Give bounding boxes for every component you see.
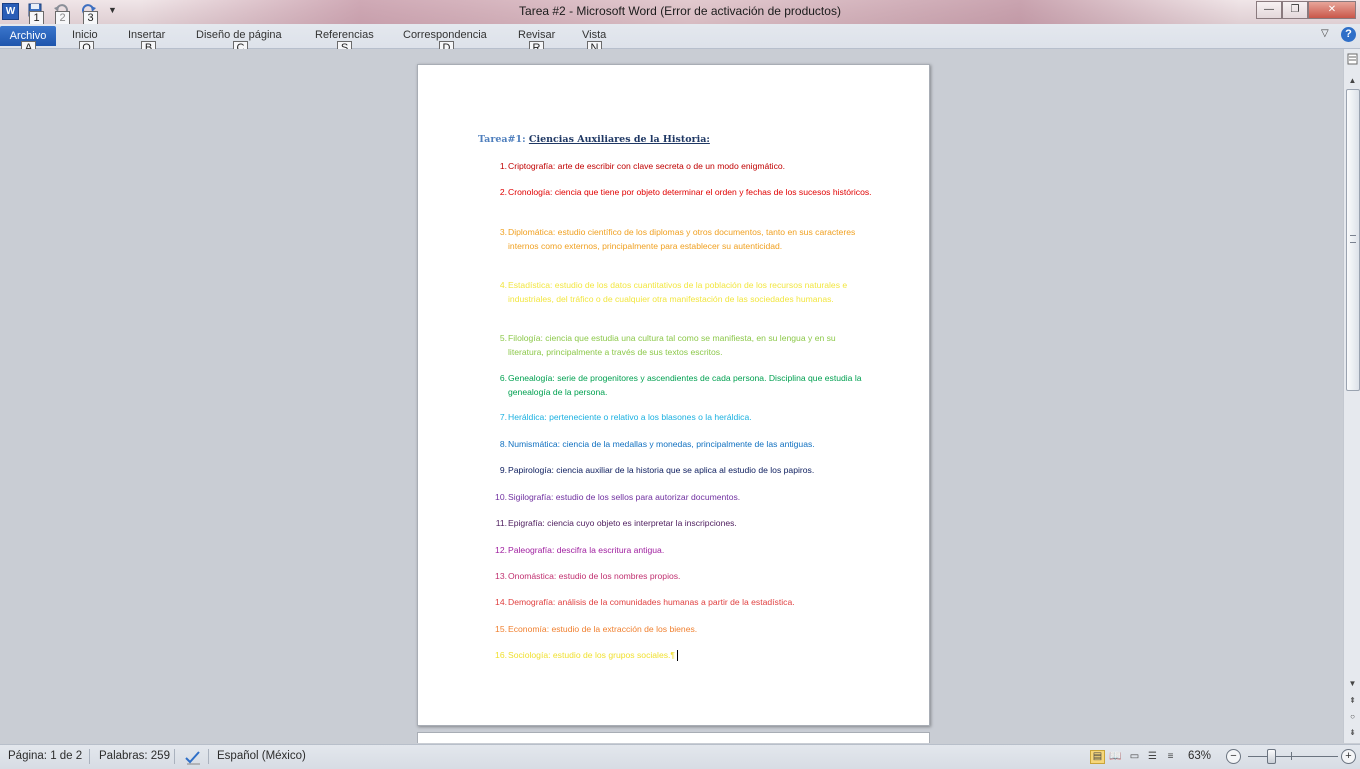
page-count[interactable]: Página: 1 de 2 xyxy=(8,750,82,762)
list-text: Epigrafía: ciencia cuyo objeto es interp… xyxy=(508,518,737,528)
list-number: 10. xyxy=(495,492,507,502)
list-item: 4. Estadística: estudio de los datos cuan… xyxy=(493,279,873,306)
list-text: Papirología: ciencia auxiliar de la hist… xyxy=(508,465,815,475)
web-layout-icon[interactable]: ▭ xyxy=(1128,751,1141,763)
list-number: 12. xyxy=(495,545,507,555)
list-number: 11. xyxy=(495,518,507,528)
list-item: 2. Cronología: ciencia que tiene por obje… xyxy=(493,186,873,200)
document-page[interactable]: Tarea#1: Ciencias Auxiliares de la Histo… xyxy=(417,64,930,726)
list-number: 7. xyxy=(499,412,507,422)
full-screen-reading-icon[interactable]: 📖 xyxy=(1109,751,1122,763)
close-button[interactable]: ✕ xyxy=(1308,1,1356,19)
list-text: Estadística: estudio de los datos cuanti… xyxy=(508,280,848,304)
scroll-up-icon[interactable]: ▲ xyxy=(1346,75,1359,87)
zoom-out-button[interactable]: − xyxy=(1226,749,1241,764)
list-item: 11. Epigrafía: ciencia cuyo objeto es int… xyxy=(493,517,873,531)
tab-vista[interactable]: Vista xyxy=(582,29,606,41)
list-text: Heráldica: perteneciente o relativo a lo… xyxy=(508,412,752,422)
list-text: Paleografía: descifra la escritura antig… xyxy=(508,545,665,555)
list-text: Diplomática: estudio científico de los d… xyxy=(508,227,856,251)
zoom-slider-midmark xyxy=(1291,752,1292,760)
next-page-icon[interactable]: ⇟ xyxy=(1346,727,1359,739)
list-item: 1. Criptografía: arte de escribir con cla… xyxy=(493,160,873,174)
list-number: 9. xyxy=(499,465,507,475)
list-text: Criptografía: arte de escribir con clave… xyxy=(508,161,786,171)
list-number: 2. xyxy=(499,187,507,197)
list-number: 5. xyxy=(499,333,507,343)
status-bar: Página: 1 de 2 Palabras: 259 Español (Mé… xyxy=(0,744,1360,769)
list-number: 16. xyxy=(495,650,507,660)
list-text: Cronología: ciencia que tiene por objeto… xyxy=(508,187,872,197)
list-number: 6. xyxy=(499,373,507,383)
list-text: Numismática: ciencia de la medallas y mo… xyxy=(508,439,815,449)
list-number: 15. xyxy=(495,624,507,634)
list-item: 7. Heráldica: perteneciente o relativo a … xyxy=(493,411,873,425)
vertical-scrollbar[interactable]: ▲ ▼ ⇞ ○ ⇟ xyxy=(1343,49,1360,743)
list-text: Sociología: estudio de los grupos social… xyxy=(508,649,873,663)
status-divider xyxy=(89,749,90,764)
list-item: 9. Papirología: ciencia auxiliar de la hi… xyxy=(493,464,873,478)
ruler-toggle-icon[interactable] xyxy=(1346,53,1359,65)
list-number: 3. xyxy=(499,227,507,237)
text-cursor xyxy=(677,650,679,662)
list-number: 1. xyxy=(499,161,507,171)
list-item: 15. Economía: estudio de la extracción de… xyxy=(493,623,873,637)
word-count[interactable]: Palabras: 259 xyxy=(99,750,170,762)
list-number: 13. xyxy=(495,571,507,581)
list-item: 12. Paleografía: descifra la escritura an… xyxy=(493,544,873,558)
tab-diseno-de-pagina[interactable]: Diseño de página xyxy=(196,29,282,41)
document-area[interactable]: Tarea#1: Ciencias Auxiliares de la Histo… xyxy=(0,49,1343,743)
list-item: 5. Filología: ciencia que estudia una cul… xyxy=(493,332,873,359)
list-item: 13. Onomástica: estudio de los nombres pr… xyxy=(493,570,873,584)
document-heading: Tarea#1: Ciencias Auxiliares de la Histo… xyxy=(478,134,710,145)
list-text: Onomástica: estudio de los nombres propi… xyxy=(508,571,681,581)
status-divider xyxy=(174,749,175,764)
list-item: 16. Sociología: estudio de los grupos soc… xyxy=(493,649,873,663)
list-number: 8. xyxy=(499,439,507,449)
list-text: Economía: estudio de la extracción de lo… xyxy=(508,624,698,634)
help-icon[interactable]: ? xyxy=(1341,27,1356,42)
list-number: 14. xyxy=(495,597,507,607)
minimize-button[interactable]: — xyxy=(1256,1,1282,19)
restore-button[interactable]: ❐ xyxy=(1282,1,1308,19)
language-indicator[interactable]: Español (México) xyxy=(217,750,306,762)
list-item: 8. Numismática: ciencia de la medallas y … xyxy=(493,438,873,452)
list-number: 4. xyxy=(499,280,507,290)
zoom-slider-thumb[interactable] xyxy=(1267,749,1276,764)
browse-object-icon[interactable]: ○ xyxy=(1346,711,1359,723)
tab-correspondencia[interactable]: Correspondencia xyxy=(403,29,487,41)
status-divider xyxy=(208,749,209,764)
ribbon-tab-bar: Archivo Inicio Insertar Diseño de página… xyxy=(0,24,1360,56)
list-item: 6. Genealogía: serie de progenitores y as… xyxy=(493,372,873,399)
chevron-down-icon[interactable]: ▽ xyxy=(1321,28,1329,39)
list-text: Genealogía: serie de progenitores y asce… xyxy=(508,373,862,397)
zoom-slider-track[interactable] xyxy=(1248,756,1338,757)
heading-title: Ciencias Auxiliares de la Historia: xyxy=(528,134,710,145)
tab-insertar[interactable]: Insertar xyxy=(128,29,165,41)
title-bar: W 1 2 3 ▼ Tarea #2 - Microsoft Word (Err… xyxy=(0,0,1360,26)
outline-icon[interactable]: ☰ xyxy=(1146,751,1159,763)
draft-icon[interactable]: ≡ xyxy=(1164,751,1177,763)
list-item: 14. Demografía: análisis de la comunidade… xyxy=(493,596,873,610)
previous-page-icon[interactable]: ⇞ xyxy=(1346,695,1359,707)
list-text: Demografía: análisis de la comunidades h… xyxy=(508,597,795,607)
print-layout-icon[interactable]: ▤ xyxy=(1090,750,1105,764)
list-text-content: Sociología: estudio de los grupos social… xyxy=(508,650,676,660)
heading-prefix: Tarea#1: xyxy=(478,134,529,145)
tab-revisar[interactable]: Revisar xyxy=(518,29,555,41)
list-item: 3. Diplomática: estudio científico de los… xyxy=(493,226,873,253)
list-text: Sigilografía: estudio de los sellos para… xyxy=(508,492,741,502)
tab-inicio[interactable]: Inicio xyxy=(72,29,98,41)
list-item: 10. Sigilografía: estudio de los sellos p… xyxy=(493,491,873,505)
list-text: Filología: ciencia que estudia una cultu… xyxy=(508,333,836,357)
zoom-in-button[interactable]: + xyxy=(1341,749,1356,764)
scroll-grip-icon xyxy=(1350,235,1356,243)
spellcheck-icon[interactable] xyxy=(184,749,202,765)
document-page-2[interactable] xyxy=(417,732,930,743)
zoom-level[interactable]: 63% xyxy=(1188,750,1211,762)
window-title: Tarea #2 - Microsoft Word (Error de acti… xyxy=(519,4,841,18)
scroll-down-icon[interactable]: ▼ xyxy=(1346,678,1359,690)
tab-referencias[interactable]: Referencias xyxy=(315,29,374,41)
